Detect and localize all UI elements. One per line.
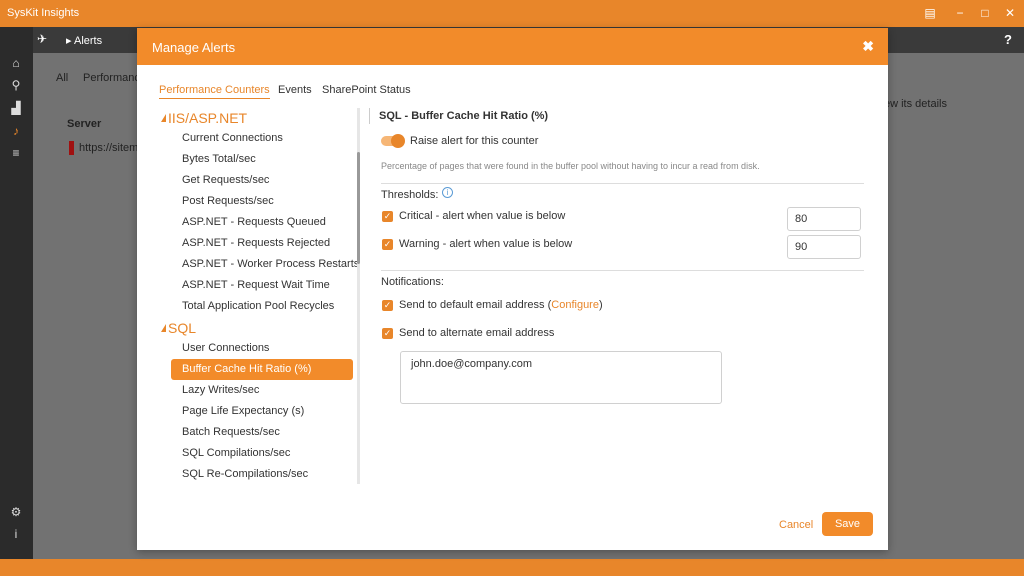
tab-sharepoint-status[interactable]: SharePoint Status <box>322 84 411 96</box>
app-title: SysKit Insights <box>7 7 80 19</box>
details-hint: ew its details <box>884 98 947 110</box>
dialog-title: Manage Alerts <box>152 40 236 55</box>
tab-performance-counters[interactable]: Performance Counters <box>159 84 270 99</box>
dialog-header: Manage Alerts ✖ <box>137 28 888 65</box>
toggle-knob[interactable] <box>391 134 405 148</box>
column-server: Server <box>67 118 102 130</box>
critical-checkbox[interactable]: ✓ <box>382 211 393 222</box>
tree-item[interactable]: ASP.NET - Requests Queued <box>171 212 353 233</box>
tree-item[interactable]: ASP.NET - Requests Rejected <box>171 233 353 254</box>
divider <box>369 108 370 124</box>
tree-item[interactable]: Bytes Total/sec <box>171 149 353 170</box>
tree-scrollbar[interactable] <box>357 108 360 484</box>
gear-icon[interactable]: ⚙ <box>9 505 23 519</box>
manage-alerts-dialog: Manage Alerts ✖ Performance Counters Eve… <box>137 28 888 550</box>
raise-alert-toggle[interactable] <box>381 134 405 148</box>
critical-threshold-input[interactable]: 80 <box>787 207 861 231</box>
tree-item[interactable]: Total Application Pool Recycles <box>171 296 353 317</box>
toggle-label: Raise alert for this counter <box>410 135 539 147</box>
default-email-checkbox[interactable]: ✓ <box>382 300 393 311</box>
tab-events[interactable]: Events <box>278 84 312 96</box>
close-icon[interactable]: ✖ <box>862 38 874 55</box>
tree-item[interactable]: Post Requests/sec <box>171 191 353 212</box>
list-icon[interactable]: ≡ <box>9 146 23 160</box>
expand-icon[interactable] <box>161 114 166 122</box>
alternate-email-field[interactable]: john.doe@company.com <box>400 351 722 404</box>
default-email-label: Send to default email address (Configure… <box>399 299 603 311</box>
alternate-email-checkbox[interactable]: ✓ <box>382 328 393 339</box>
tree-item[interactable]: ASP.NET - Worker Process Restarts <box>171 254 359 275</box>
save-button[interactable]: Save <box>822 512 873 536</box>
thresholds-label: Thresholds: <box>381 189 439 201</box>
tree-group-label: SQL <box>168 320 197 336</box>
tree-item[interactable]: SQL Compilations/sec <box>171 443 353 464</box>
bell-icon[interactable]: ♪ <box>9 124 23 138</box>
counter-title: SQL - Buffer Cache Hit Ratio (%) <box>379 110 549 122</box>
title-bar: SysKit Insights ▤ − □ ✕ <box>0 0 1024 27</box>
counter-description: Percentage of pages that were found in t… <box>381 161 760 171</box>
warning-threshold-input[interactable]: 90 <box>787 235 861 259</box>
tree-item[interactable]: SQL Re-Compilations/sec <box>171 464 353 484</box>
tree-group-iis[interactable]: IIS/ASP.NET <box>161 110 247 126</box>
status-bar <box>0 559 1024 576</box>
divider <box>381 183 864 184</box>
minimize-icon[interactable]: − <box>952 5 968 21</box>
maximize-icon[interactable]: □ <box>977 5 993 21</box>
info-icon[interactable]: i <box>442 187 453 198</box>
default-email-close: ) <box>598 299 603 311</box>
search-icon[interactable]: ⚲ <box>9 78 23 92</box>
row-server[interactable]: https://sitem <box>79 142 138 154</box>
breadcrumb-page: Alerts <box>73 35 103 47</box>
help-icon[interactable]: ? <box>1004 32 1012 47</box>
breadcrumb: ▸ Alerts <box>66 35 103 47</box>
sidebar: ⌂ ⚲ ▟ ♪ ≡ ⚙ i <box>0 27 33 559</box>
tree-item[interactable]: Page Life Expectancy (s) <box>171 401 353 422</box>
status-indicator <box>69 141 74 155</box>
filter-all[interactable]: All <box>56 72 68 84</box>
tree-item[interactable]: User Connections <box>171 338 353 359</box>
tree-item[interactable]: Get Requests/sec <box>171 170 353 191</box>
info-icon[interactable]: i <box>9 527 23 541</box>
warning-label: Warning - alert when value is below <box>399 238 573 250</box>
counter-tree: IIS/ASP.NET Current Connections Bytes To… <box>159 108 359 484</box>
tree-item[interactable]: ASP.NET - Request Wait Time <box>171 275 353 296</box>
cancel-button[interactable]: Cancel <box>779 519 813 531</box>
reports-icon[interactable]: ▟ <box>9 101 23 115</box>
scrollbar-thumb[interactable] <box>357 152 360 264</box>
notifications-label: Notifications: <box>381 276 444 288</box>
expand-icon[interactable] <box>161 324 166 332</box>
default-email-text: Send to default email address ( <box>399 299 552 311</box>
home-icon[interactable]: ⌂ <box>9 56 23 70</box>
tree-item-selected[interactable]: Buffer Cache Hit Ratio (%) <box>171 359 353 380</box>
warning-checkbox[interactable]: ✓ <box>382 239 393 250</box>
alternate-email-label: Send to alternate email address <box>399 327 555 339</box>
critical-label: Critical - alert when value is below <box>399 210 566 222</box>
divider <box>381 270 864 271</box>
tree-item[interactable]: Current Connections <box>171 128 353 149</box>
tree-group-label: IIS/ASP.NET <box>168 110 248 126</box>
tree-item[interactable]: Lazy Writes/sec <box>171 380 353 401</box>
tree-item[interactable]: Batch Requests/sec <box>171 422 353 443</box>
close-window-icon[interactable]: ✕ <box>1002 5 1018 21</box>
pin-icon[interactable]: ✈ <box>37 32 47 46</box>
feedback-icon[interactable]: ▤ <box>922 5 938 21</box>
configure-link[interactable]: Configure <box>551 299 599 311</box>
tree-group-sql[interactable]: SQL <box>161 320 196 336</box>
